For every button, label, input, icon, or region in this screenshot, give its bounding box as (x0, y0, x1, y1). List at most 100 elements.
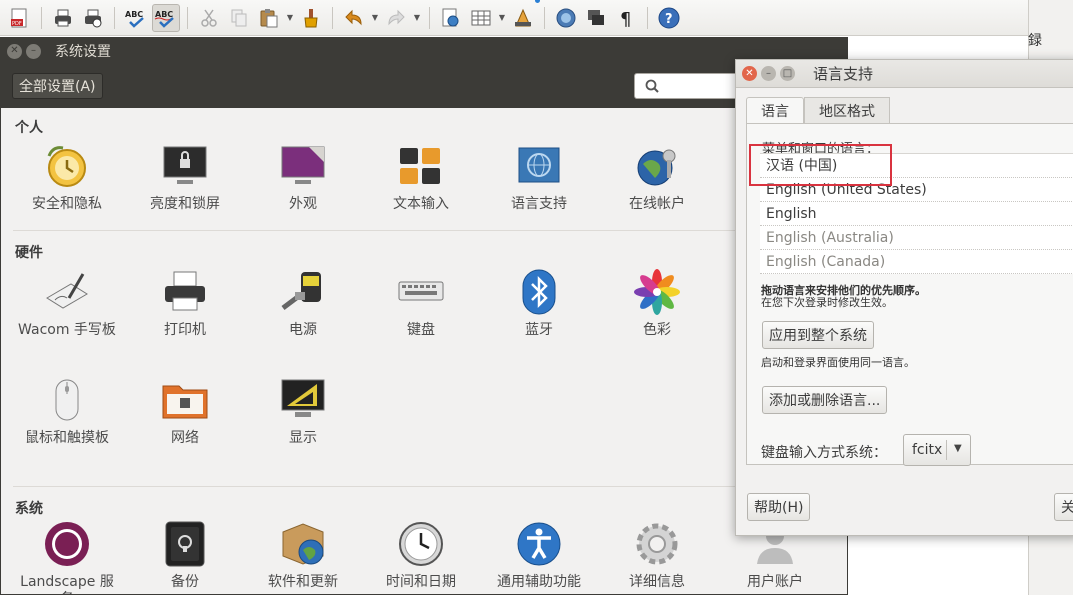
tile-label: 备份 (171, 574, 199, 590)
text-entry-icon (400, 148, 440, 184)
tile-online-accounts[interactable]: 在线帐户 (598, 142, 716, 213)
tile-label: 键盘 (407, 322, 435, 338)
search-icon (645, 79, 659, 93)
window-title: 系统设置 (55, 44, 111, 60)
wacom-tablet-icon (46, 273, 88, 309)
close-button[interactable]: 关 (1054, 493, 1073, 521)
tile-brightness-lock[interactable]: 亮度和锁屏 (126, 142, 244, 213)
print-icon[interactable] (49, 4, 77, 32)
color-icon (634, 269, 680, 315)
minimize-icon[interactable]: – (761, 66, 776, 81)
tile-label: 文本输入 (393, 196, 449, 212)
relogin-hint: 在您下次登录时修改生效。 (761, 296, 893, 309)
tile-text-entry[interactable]: 文本输入 (362, 142, 480, 213)
keyboard-icon (398, 281, 444, 301)
tile-network[interactable]: 网络 (126, 376, 244, 447)
tile-label: 鼠标和触摸板 (25, 430, 109, 446)
backup-icon (165, 521, 205, 567)
tile-time-date[interactable]: 时间和日期 (362, 520, 480, 591)
tile-landscape[interactable]: Landscape 服务 (8, 520, 126, 594)
tile-label: 详细信息 (629, 574, 685, 590)
tab-language[interactable]: 语言 (746, 97, 804, 123)
tile-label: 显示 (289, 430, 317, 446)
copy-icon[interactable] (225, 4, 253, 32)
table-dropdown-icon[interactable]: ▼ (497, 13, 507, 22)
formatting-marks-icon[interactable]: ¶ (612, 4, 640, 32)
tile-mouse-touchpad[interactable]: 鼠标和触摸板 (8, 376, 126, 447)
help-icon[interactable]: ? (655, 4, 683, 32)
chevron-down-icon: ▼ (954, 443, 962, 454)
redo-icon[interactable] (382, 4, 410, 32)
tile-label: 外观 (289, 196, 317, 212)
section-title-hardware: 硬件 (15, 245, 43, 261)
tile-keyboard[interactable]: 键盘 (362, 268, 480, 339)
tile-power[interactable]: 电源 (244, 268, 362, 339)
settings-content: 个人 安全和隐私 亮度和锁屏 外观 文本输入 语言支持 在线帐户 硬件 Waco… (1, 108, 847, 594)
tile-label: Wacom 手写板 (18, 322, 116, 338)
security-privacy-icon (47, 146, 86, 187)
apply-system-wide-button[interactable]: 应用到整个系统 (762, 321, 874, 349)
tab-regional-formats[interactable]: 地区格式 (804, 97, 890, 123)
gallery-icon[interactable] (582, 4, 610, 32)
tile-details[interactable]: 详细信息 (598, 520, 716, 591)
tile-security-privacy[interactable]: 安全和隐私 (8, 142, 126, 213)
paste-dropdown-icon[interactable]: ▼ (285, 13, 295, 22)
minimize-icon[interactable]: – (26, 43, 41, 59)
svg-text:PDF: PDF (12, 21, 22, 27)
tile-label: Landscape 服务 (20, 574, 114, 594)
settings-header: 全部设置(A) (1, 64, 847, 108)
tile-accessibility[interactable]: 通用辅助功能 (480, 520, 598, 591)
close-icon[interactable]: ✕ (7, 43, 22, 59)
tile-wacom[interactable]: Wacom 手写板 (8, 268, 126, 339)
tile-label: 亮度和锁屏 (150, 196, 220, 212)
help-button[interactable]: 帮助(H) (747, 493, 811, 521)
sidebar-icon[interactable] (552, 4, 580, 32)
autospellcheck-icon[interactable]: ABC (152, 3, 180, 32)
details-gear-icon (636, 523, 678, 565)
maximize-icon[interactable]: □ (780, 66, 795, 81)
toolbar-separator (114, 6, 115, 29)
all-settings-button[interactable]: 全部设置(A) (12, 73, 103, 99)
navigator-icon[interactable] (437, 4, 465, 32)
spellcheck-icon[interactable]: ABC (122, 4, 150, 32)
export-pdf-icon[interactable]: PDF (6, 4, 34, 32)
window-title: 语言支持 (813, 65, 874, 83)
tile-backup[interactable]: 备份 (126, 520, 244, 591)
tile-display[interactable]: 显示 (244, 376, 362, 447)
bluetooth-icon (522, 269, 556, 315)
tile-software-updates[interactable]: 软件和更新 (244, 520, 362, 591)
cut-icon[interactable] (195, 4, 223, 32)
tile-bluetooth[interactable]: 蓝牙 (480, 268, 598, 339)
list-item[interactable]: English (Australia) (760, 226, 1073, 250)
redo-dropdown-icon[interactable]: ▼ (412, 13, 422, 22)
add-remove-languages-button[interactable]: 添加或删除语言... (762, 386, 888, 414)
system-settings-window: ✕ – 系统设置 全部设置(A) 个人 安全和隐私 亮度和锁屏 外观 文本输入 (0, 37, 848, 595)
list-item[interactable]: English (Canada) (760, 250, 1073, 274)
toolbar-separator (332, 6, 333, 29)
table-icon[interactable] (467, 4, 495, 32)
undo-dropdown-icon[interactable]: ▼ (370, 13, 380, 22)
login-screen-hint: 启动和登录界面使用同一语言。 (761, 356, 915, 369)
close-icon[interactable]: ✕ (742, 66, 757, 81)
language-support-titlebar: ✕ – □ 语言支持 (736, 60, 1073, 88)
network-icon (162, 385, 208, 419)
chart-icon[interactable] (509, 4, 537, 32)
tile-appearance[interactable]: 外观 (244, 142, 362, 213)
list-item[interactable]: English (760, 202, 1073, 226)
svg-text:¶: ¶ (620, 9, 631, 29)
power-icon (281, 272, 321, 310)
tile-language-support[interactable]: 语言支持 (480, 142, 598, 213)
libreoffice-toolbar: PDF ABC ABC ▼ ▼ ▼ ▼ ¶ ? (0, 0, 1028, 36)
keyboard-input-select[interactable]: fcitx ▼ (903, 434, 971, 466)
online-accounts-icon (637, 149, 676, 186)
print-preview-icon[interactable] (79, 4, 107, 32)
clone-format-icon[interactable] (297, 4, 325, 32)
keyboard-input-value: fcitx (912, 442, 943, 458)
tile-label: 电源 (289, 322, 317, 338)
undo-icon[interactable] (340, 4, 368, 32)
tile-printer[interactable]: 打印机 (126, 268, 244, 339)
language-tabs: 语言 地区格式 (746, 97, 890, 123)
tile-color[interactable]: 色彩 (598, 268, 716, 339)
svg-text:?: ? (665, 12, 673, 27)
paste-icon[interactable] (255, 4, 283, 32)
